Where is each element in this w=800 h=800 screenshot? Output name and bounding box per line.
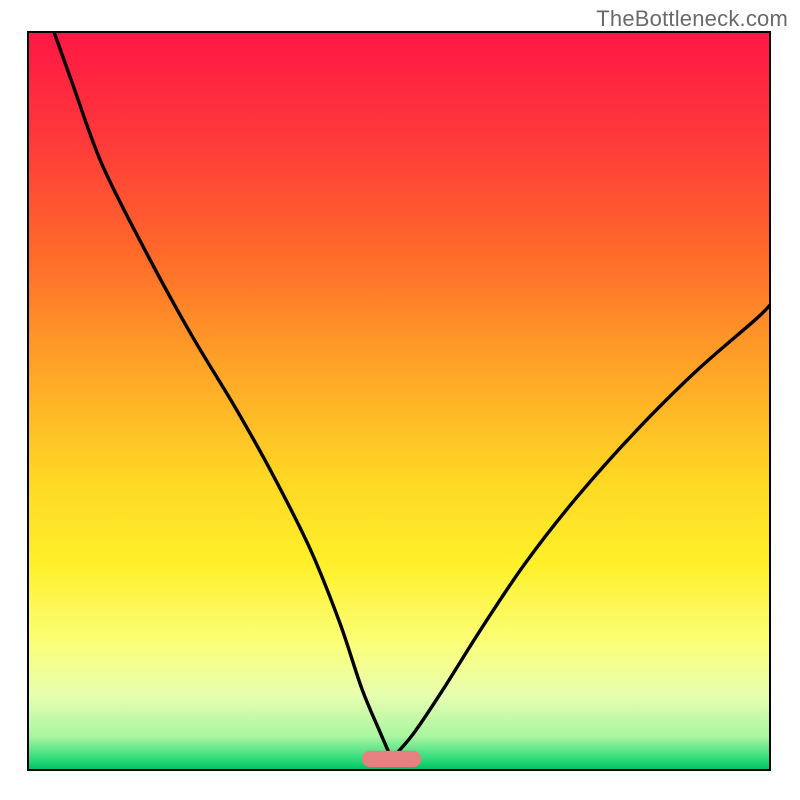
bottleneck-chart [0, 0, 800, 800]
attribution-label: TheBottleneck.com [596, 6, 788, 32]
gradient-background [28, 32, 770, 770]
optimum-marker [362, 751, 421, 767]
chart-stage: TheBottleneck.com [0, 0, 800, 800]
